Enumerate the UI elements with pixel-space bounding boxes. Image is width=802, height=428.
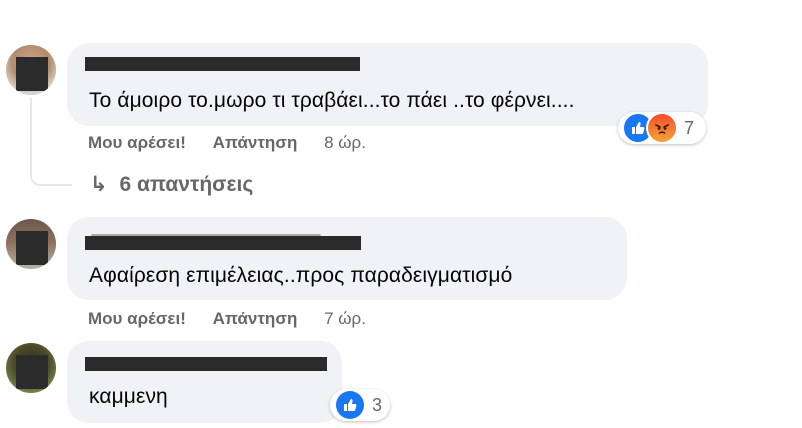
avatar-redaction: [16, 231, 48, 265]
commenter-avatar[interactable]: [6, 343, 56, 393]
comment-text: Το άμοιρο το.μωρο τι τραβάει...το πάει .…: [89, 89, 575, 112]
comment-bubble: Αφαίρεση επιμέλειας..προς παραδειγματισμ…: [67, 217, 627, 300]
avatar-redaction: [16, 355, 48, 389]
name-redaction: [85, 357, 327, 371]
reply-thread-line: [30, 98, 72, 186]
like-button[interactable]: Μου αρέσει!: [88, 309, 186, 328]
comment-time[interactable]: 7 ώρ.: [324, 309, 366, 328]
name-redaction: [85, 236, 361, 250]
comment-text: Αφαίρεση επιμέλειας..προς παραδειγματισμ…: [89, 264, 513, 287]
view-replies-link[interactable]: ↳ 6 απαντήσεις: [90, 172, 253, 197]
reply-button[interactable]: Απάντηση: [213, 133, 298, 152]
angry-icon: [646, 112, 678, 144]
commenter-avatar[interactable]: [6, 45, 56, 95]
reaction-count: 3: [371, 394, 382, 415]
reaction-count: 7: [684, 117, 695, 138]
like-button[interactable]: Μου αρέσει!: [88, 133, 186, 152]
replies-count-label: 6 απαντήσεις: [119, 173, 254, 196]
reaction-summary[interactable]: 7: [618, 112, 706, 144]
reaction-summary[interactable]: 3: [330, 389, 390, 421]
like-icon: [334, 389, 366, 421]
reply-button[interactable]: Απάντηση: [213, 309, 298, 328]
comment-text: καμμενη: [89, 385, 168, 408]
commenter-avatar[interactable]: [6, 219, 56, 269]
reply-arrow-icon: ↳: [90, 173, 108, 196]
name-redaction: [85, 57, 360, 71]
comment-bubble: Το άμοιρο το.μωρο τι τραβάει...το πάει .…: [67, 43, 708, 126]
comment-actions: Μου αρέσει! Απάντηση 7 ώρ.: [88, 309, 366, 329]
comment-actions: Μου αρέσει! Απάντηση 8 ώρ.: [88, 133, 366, 153]
comment-time[interactable]: 8 ώρ.: [324, 133, 366, 152]
avatar-redaction: [16, 57, 48, 91]
comment-bubble: καμμενη: [67, 341, 342, 423]
